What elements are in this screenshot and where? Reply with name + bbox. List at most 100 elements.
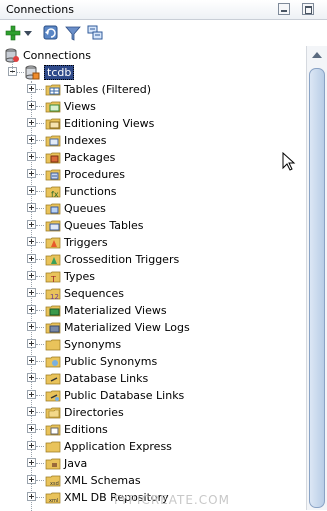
expand-toggle[interactable]: [27, 220, 36, 229]
crossedition-triggers-icon: [45, 252, 61, 266]
expand-toggle[interactable]: [27, 254, 36, 263]
tree-item[interactable]: Directories: [0, 404, 306, 421]
tree-item[interactable]: T Types: [0, 268, 306, 285]
expand-toggle[interactable]: [27, 390, 36, 399]
svg-text:xsd: xsd: [50, 481, 59, 487]
expand-toggle[interactable]: [27, 305, 36, 314]
expand-toggle[interactable]: [27, 288, 36, 297]
toolbar: [0, 20, 327, 46]
schema-icon: [87, 25, 103, 40]
tree-item-label: Types: [64, 270, 95, 283]
expand-toggle[interactable]: [27, 84, 36, 93]
tree-item[interactable]: Public Synonyms: [0, 353, 306, 370]
synonyms-icon: [45, 337, 61, 351]
functions-icon: fx: [45, 184, 61, 199]
tree-item[interactable]: Materialized View Logs: [0, 319, 306, 336]
expand-toggle[interactable]: [27, 492, 36, 501]
tree-item[interactable]: Database Links: [0, 370, 306, 387]
expand-toggle[interactable]: [27, 101, 36, 110]
svg-text:fx: fx: [51, 190, 59, 199]
tree-item[interactable]: fx Functions: [0, 183, 306, 200]
tree-item[interactable]: Java: [0, 455, 306, 472]
tree-item-label: Functions: [64, 185, 117, 198]
tree-item-label: Queues Tables: [64, 219, 144, 232]
tree-item-label: Database Links: [64, 372, 149, 385]
tree-item-label: Editions: [64, 423, 108, 436]
svg-text:12: 12: [50, 293, 59, 301]
scroll-up-arrow-icon[interactable]: [312, 52, 322, 58]
tree-item[interactable]: Editioning Views: [0, 115, 306, 132]
expand-toggle[interactable]: [27, 475, 36, 484]
queues-tables-icon: [45, 218, 61, 232]
tree-item-label: Procedures: [64, 168, 125, 181]
tree-root[interactable]: Connections: [0, 47, 306, 64]
tree-item[interactable]: 12 Sequences: [0, 285, 306, 302]
tree-item-label: Indexes: [64, 134, 107, 147]
mouse-cursor-icon: [282, 152, 296, 171]
tree-item[interactable]: Queues: [0, 200, 306, 217]
expand-toggle[interactable]: [27, 424, 36, 433]
expand-toggle[interactable]: [27, 135, 36, 144]
tree-item-label: Application Express: [64, 440, 172, 453]
tree-item[interactable]: Public Database Links: [0, 387, 306, 404]
svg-text:xml: xml: [49, 498, 58, 504]
filter-button[interactable]: [64, 24, 82, 42]
expand-toggle[interactable]: [27, 118, 36, 127]
tree-item-label: Materialized View Logs: [64, 321, 190, 334]
expand-toggle[interactable]: [27, 407, 36, 416]
expand-toggle[interactable]: [27, 203, 36, 212]
minimize-button[interactable]: [278, 3, 290, 15]
tree-item[interactable]: Materialized Views: [0, 302, 306, 319]
tree-item[interactable]: Packages: [0, 149, 306, 166]
expand-toggle[interactable]: [27, 441, 36, 450]
expand-toggle[interactable]: [27, 237, 36, 246]
tree-item-label: Crossedition Triggers: [64, 253, 180, 266]
connections-tree: Connections tcdb Tables (Filtered) Views E…: [0, 46, 306, 511]
maximize-button[interactable]: [302, 3, 314, 15]
triggers-icon: [45, 235, 61, 249]
expand-toggle[interactable]: [27, 458, 36, 467]
expand-toggle[interactable]: [27, 169, 36, 178]
expand-toggle[interactable]: [27, 373, 36, 382]
expand-toggle[interactable]: [27, 186, 36, 195]
views-icon: [45, 99, 61, 113]
database-links-icon: [45, 371, 61, 385]
expand-toggle[interactable]: [27, 322, 36, 331]
expand-toggle[interactable]: [27, 271, 36, 280]
schema-browser-button[interactable]: [86, 24, 104, 42]
types-icon: T: [45, 269, 61, 284]
application-express-icon: [45, 439, 61, 453]
tree-item-label: Public Synonyms: [64, 355, 158, 368]
expand-toggle[interactable]: [27, 152, 36, 161]
tree-item-label: Triggers: [64, 236, 108, 249]
tree-item[interactable]: Indexes: [0, 132, 306, 149]
tree-item-label: XML Schemas: [64, 474, 141, 487]
indexes-icon: [45, 133, 61, 147]
watermark: TYPICREATE.COM: [112, 493, 230, 507]
tree-item[interactable]: Synonyms: [0, 336, 306, 353]
vertical-scrollbar[interactable]: [306, 46, 327, 510]
refresh-button[interactable]: [42, 24, 60, 42]
tree-item-label: Public Database Links: [64, 389, 185, 402]
tree-item[interactable]: Editions: [0, 421, 306, 438]
panel-title: Connections: [6, 3, 74, 16]
tree-item[interactable]: Views: [0, 98, 306, 115]
tree-item[interactable]: Triggers: [0, 234, 306, 251]
tree-item[interactable]: Tables (Filtered): [0, 81, 306, 98]
tree-item[interactable]: Crossedition Triggers: [0, 251, 306, 268]
tree-item[interactable]: Procedures: [0, 166, 306, 183]
add-connection-button[interactable]: [4, 24, 22, 42]
filter-icon: [65, 26, 81, 41]
tables-icon: [45, 82, 61, 96]
procedures-icon: [45, 167, 61, 181]
scrollbar-thumb[interactable]: [309, 68, 325, 508]
dropdown-button[interactable]: [22, 24, 34, 42]
tree-item[interactable]: xsd XML Schemas: [0, 472, 306, 489]
panel-titlebar: Connections: [0, 0, 327, 20]
expand-toggle[interactable]: [27, 356, 36, 365]
tree-item[interactable]: Queues Tables: [0, 217, 306, 234]
tree-connection[interactable]: tcdb: [0, 64, 306, 81]
tree-item[interactable]: Application Express: [0, 438, 306, 455]
tree-item-label: Materialized Views: [64, 304, 167, 317]
expand-toggle[interactable]: [27, 339, 36, 348]
